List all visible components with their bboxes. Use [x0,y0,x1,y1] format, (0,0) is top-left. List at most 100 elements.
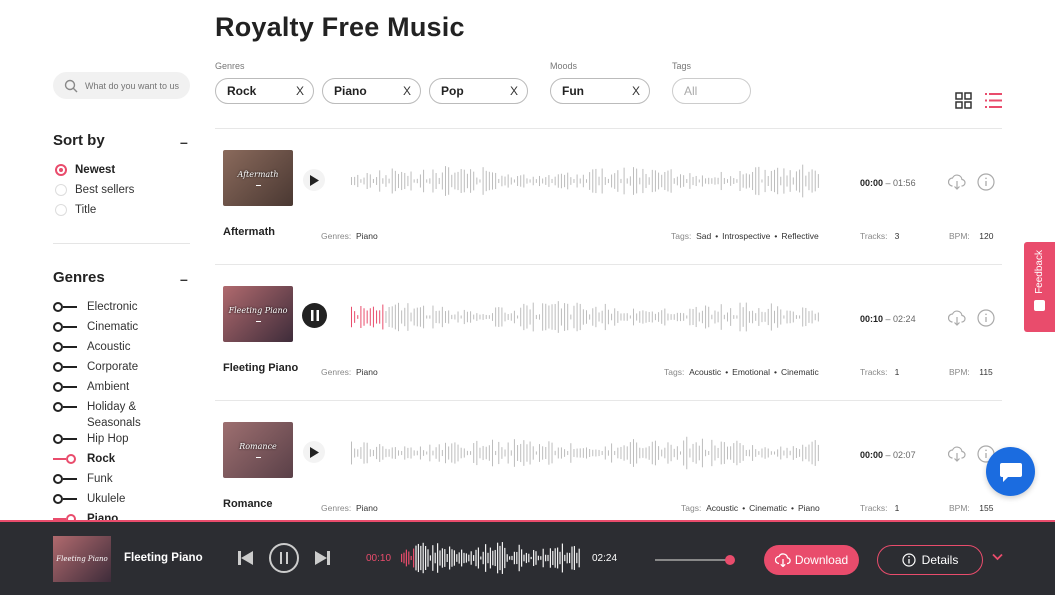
details-button[interactable]: Details [877,545,983,575]
waveform[interactable] [350,433,820,473]
download-button[interactable]: Download [764,545,859,575]
genre-toggle-ukulele[interactable]: Ukulele [53,491,125,507]
sort-collapse-button[interactable]: – [180,134,188,150]
moods-filter-label: Moods [550,61,578,71]
sort-option-newest[interactable]: Newest [55,164,115,176]
track-count: Tracks: 1 [860,367,899,377]
grid-view-icon[interactable] [955,92,972,109]
volume-knob[interactable] [725,555,735,565]
genre-toggle-acoustic[interactable]: Acoustic [53,339,130,355]
player-pause-button[interactable] [269,543,299,573]
track-row: Fleeting Piano 00:10 – 02:24 Fleeting Pi… [215,265,1002,401]
tag-link[interactable]: Cinematic [781,367,819,377]
chip-label: Piano [334,84,367,98]
play-button[interactable] [303,441,325,463]
genre-toggle-cinematic[interactable]: Cinematic [53,319,138,335]
sort-option-title[interactable]: Title [55,204,96,216]
track-count: Tracks: 3 [860,231,899,241]
download-icon[interactable] [948,445,966,463]
player-waveform[interactable] [400,538,580,578]
bpm-value: 120 [979,231,994,241]
track-title[interactable]: Romance [223,498,273,510]
play-button[interactable] [303,169,325,191]
next-track-icon[interactable] [315,551,330,565]
genre-toggle-holiday-seasonals[interactable]: Holiday & Seasonals [53,399,141,431]
tag-link[interactable]: Cinematic [749,503,787,513]
tag-link[interactable]: Piano [798,503,820,513]
duration: 02:24 [893,314,916,324]
chat-button[interactable] [986,447,1035,496]
genre-toggle-ambient[interactable]: Ambient [53,379,129,395]
volume-slider[interactable] [655,555,735,565]
meta-label: Tracks: [860,231,888,241]
genre-toggle-rock[interactable]: Rock [53,451,115,467]
genres-heading: Genres [53,269,105,286]
feedback-icon [1034,299,1045,311]
current-time: 00:10 [860,314,884,324]
tags-filter-label: Tags [672,61,692,71]
track-genres: Genres: Piano [321,503,378,513]
player-track-title: Fleeting Piano [124,552,203,564]
meta-label: BPM: [949,503,970,513]
track-cover[interactable]: Romance [223,422,293,478]
genres-collapse-button[interactable]: – [180,271,188,287]
genre-toggle-hip-hop[interactable]: Hip Hop [53,431,129,447]
chip-label: Fun [562,84,584,98]
tag-link[interactable]: Sad [696,231,711,241]
tag-link[interactable]: Reflective [781,231,818,241]
player-duration: 02:24 [592,553,618,564]
genre-value[interactable]: Piano [356,367,378,377]
info-icon[interactable] [977,309,995,327]
list-view-icon[interactable] [985,92,1002,109]
sort-heading: Sort by [53,132,105,149]
tracks-value: 1 [894,367,900,377]
tag-link[interactable]: Emotional [732,367,770,377]
pause-icon [310,310,319,321]
search-input[interactable] [85,80,185,91]
genre-value[interactable]: Piano [356,231,378,241]
chip-remove-button[interactable]: X [510,84,518,98]
genre-chip-rock[interactable]: Rock X [215,78,314,104]
sort-option-best-sellers[interactable]: Best sellers [55,184,134,196]
bpm-value: 155 [979,503,994,513]
genre-toggle-funk[interactable]: Funk [53,471,113,487]
track-cover[interactable]: Aftermath [223,150,293,206]
waveform[interactable] [350,297,820,337]
meta-label: Genres: [321,503,352,513]
tags-placeholder: All [684,84,698,98]
toggle-icon [53,399,79,415]
genre-toggle-corporate[interactable]: Corporate [53,359,138,375]
feedback-tab[interactable]: Feedback [1024,242,1055,332]
chip-remove-button[interactable]: X [632,84,640,98]
tag-link[interactable]: Acoustic [689,367,721,377]
waveform[interactable] [350,161,820,201]
previous-track-icon[interactable] [238,551,253,565]
download-label: Download [794,553,849,567]
radio-icon [55,184,67,196]
search-box[interactable] [53,72,190,99]
tag-link[interactable]: Introspective [722,231,770,241]
tags-select[interactable]: All [672,78,751,104]
chip-remove-button[interactable]: X [403,84,411,98]
info-icon[interactable] [977,173,995,191]
track-cover[interactable]: Fleeting Piano [223,286,293,342]
genre-toggle-electronic[interactable]: Electronic [53,299,138,315]
cloud-download-icon [774,553,791,567]
genre-chip-piano[interactable]: Piano X [322,78,421,104]
download-icon[interactable] [948,309,966,327]
audio-player-bar: Fleeting Piano Fleeting Piano 00:10 02:2… [0,520,1055,595]
track-title[interactable]: Fleeting Piano [223,362,298,374]
duration: 01:56 [893,178,916,188]
download-icon[interactable] [948,173,966,191]
genre-chip-pop[interactable]: Pop X [429,78,528,104]
pause-button[interactable] [302,303,327,328]
genre-value[interactable]: Piano [356,503,378,513]
mood-chip-fun[interactable]: Fun X [550,78,650,104]
track-title[interactable]: Aftermath [223,226,275,238]
meta-label: Tags: [664,367,685,377]
track-row: Romance 00:00 – 02:07 Romance Genres: Pi… [215,401,1002,537]
chip-remove-button[interactable]: X [296,84,304,98]
play-icon [310,446,319,458]
chevron-down-icon[interactable] [992,553,1003,561]
tag-link[interactable]: Acoustic [706,503,738,513]
